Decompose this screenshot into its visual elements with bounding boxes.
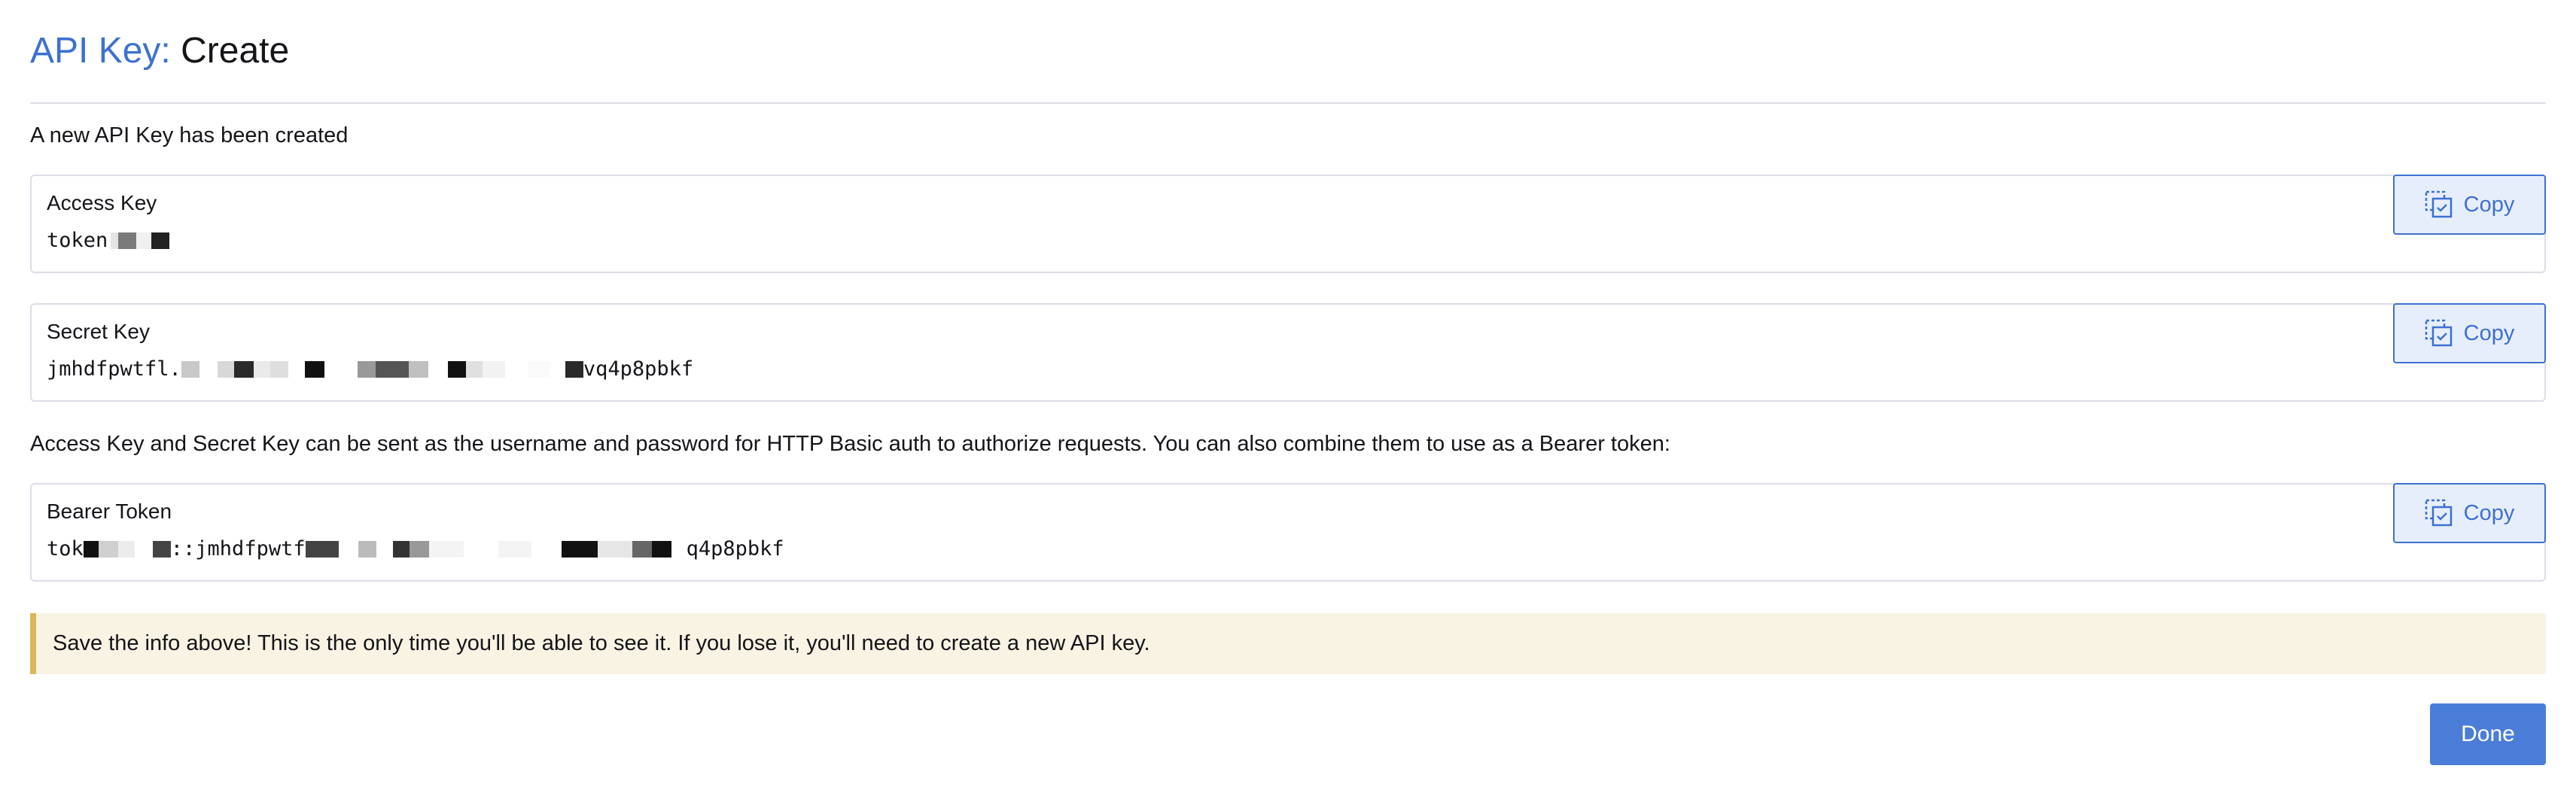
copy-access-key-button[interactable]: Copy bbox=[2393, 175, 2546, 235]
redaction-mask bbox=[305, 539, 687, 559]
bearer-token-value[interactable]: tok ::jmhdfpwtf q4p8pbkf bbox=[47, 536, 2529, 563]
bearer-token-value-middle: ::jmhdfpwtf bbox=[170, 537, 306, 561]
copy-button-label: Copy bbox=[2463, 192, 2515, 217]
bearer-token-box: Bearer Token tok ::jmhdfpwtf q4p8pbkf Co… bbox=[30, 483, 2546, 582]
copy-secret-key-button[interactable]: Copy bbox=[2393, 303, 2546, 363]
bearer-token-value-start: tok bbox=[47, 537, 84, 561]
bearer-token-value-end: q4p8pbkf bbox=[686, 537, 784, 561]
footer-actions: Done bbox=[30, 703, 2546, 765]
secret-key-value-start: jmhdfpwtfl. bbox=[47, 357, 181, 381]
secret-key-label: Secret Key bbox=[47, 320, 150, 343]
access-key-box: Access Key token Copy bbox=[30, 175, 2546, 273]
warning-callout: Save the info above! This is the only ti… bbox=[30, 613, 2546, 674]
access-key-value-start: token bbox=[47, 229, 108, 252]
access-key-label: Access Key bbox=[47, 191, 157, 214]
copy-button-label: Copy bbox=[2463, 321, 2515, 345]
secret-key-box: Secret Key jmhdfpwtfl. vq4p8pbkf Copy bbox=[30, 303, 2546, 402]
breadcrumb-api-key[interactable]: API Key: bbox=[30, 31, 171, 71]
page-title: API Key: Create bbox=[30, 33, 289, 69]
done-button[interactable]: Done bbox=[2430, 703, 2546, 765]
warning-text: Save the info above! This is the only ti… bbox=[53, 631, 1150, 655]
api-key-create-page: API Key: Create A new API Key has been c… bbox=[0, 0, 2576, 796]
copy-icon bbox=[2425, 499, 2453, 527]
access-key-value[interactable]: token bbox=[47, 227, 2529, 254]
bearer-token-label: Bearer Token bbox=[47, 500, 172, 523]
copy-button-label: Copy bbox=[2463, 500, 2515, 525]
redaction-mask bbox=[111, 231, 170, 251]
page-header: API Key: Create bbox=[30, 0, 2546, 104]
secret-key-value-end: vq4p8pbkf bbox=[583, 357, 694, 381]
redaction-mask bbox=[181, 360, 583, 379]
redaction-mask bbox=[83, 539, 171, 559]
secret-key-value[interactable]: jmhdfpwtfl. vq4p8pbkf bbox=[47, 356, 2529, 383]
copy-icon bbox=[2425, 319, 2453, 348]
intro-text: A new API Key has been created bbox=[30, 123, 349, 147]
page-name: Create bbox=[181, 31, 290, 71]
explain-text: Access Key and Secret Key can be sent as… bbox=[30, 432, 1670, 456]
copy-bearer-token-button[interactable]: Copy bbox=[2393, 483, 2546, 543]
copy-icon bbox=[2425, 190, 2453, 219]
